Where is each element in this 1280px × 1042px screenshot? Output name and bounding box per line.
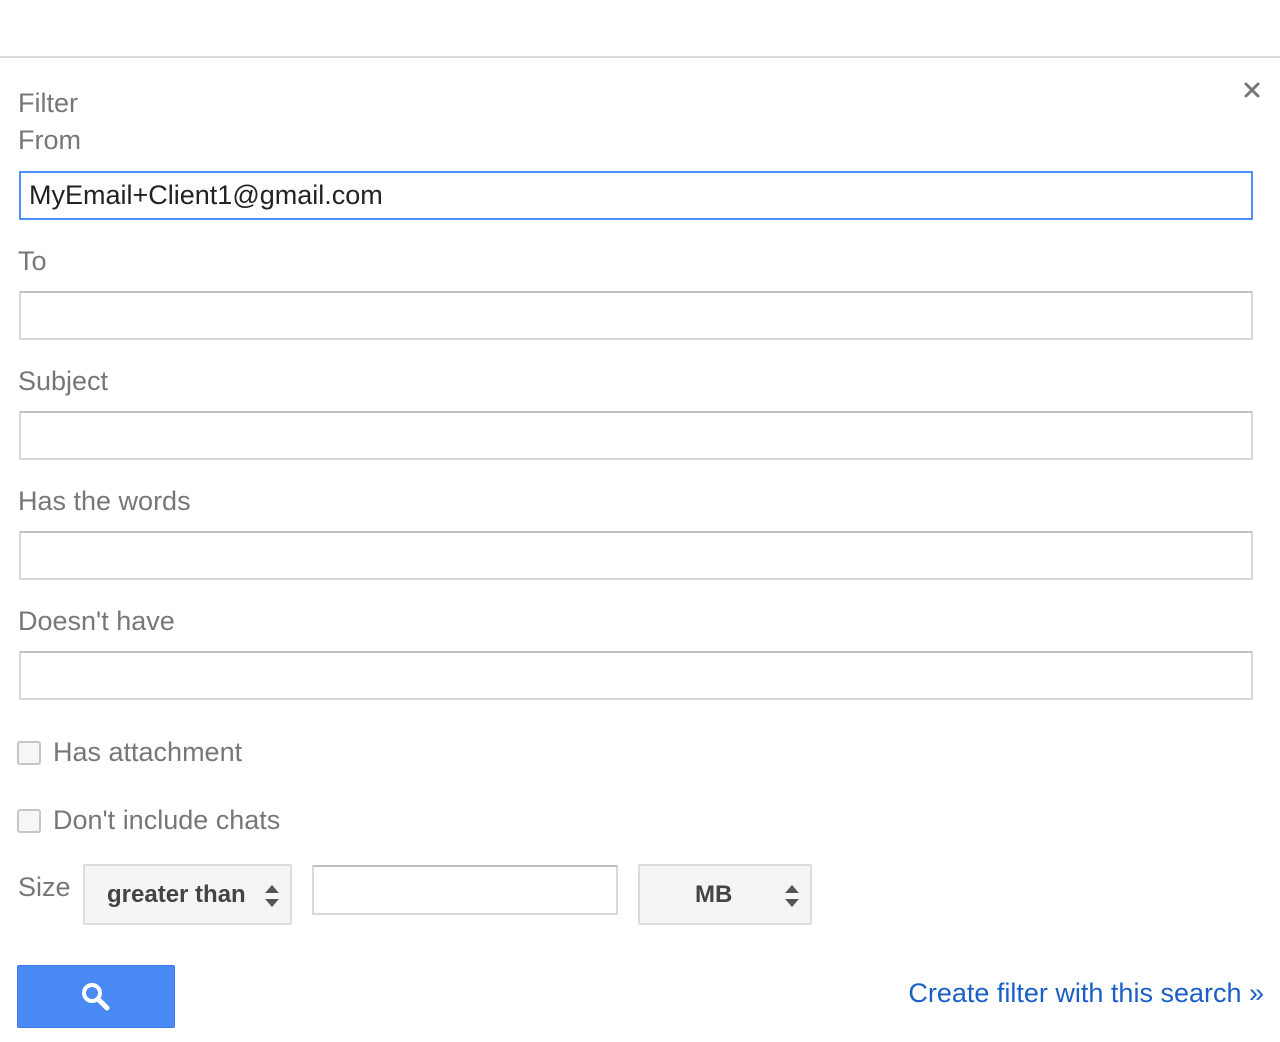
close-button[interactable] <box>1238 76 1266 104</box>
create-filter-link[interactable]: Create filter with this search » <box>908 978 1264 1009</box>
subject-label: Subject <box>18 366 109 396</box>
dont-include-chats-checkbox[interactable] <box>17 808 41 833</box>
from-label: From <box>18 125 81 155</box>
size-comparison-value: greater than <box>107 880 246 908</box>
dialog-title: Filter <box>18 88 78 118</box>
search-button[interactable] <box>17 965 175 1028</box>
top-divider <box>0 56 1280 58</box>
size-unit-select[interactable]: MB <box>638 864 812 925</box>
doesnt-have-input[interactable] <box>19 651 1253 700</box>
up-down-arrows-icon <box>785 885 799 907</box>
doesnt-have-label: Doesn't have <box>18 606 175 636</box>
close-icon <box>1244 82 1260 98</box>
subject-input[interactable] <box>19 411 1253 460</box>
from-input[interactable] <box>19 171 1253 220</box>
dont-include-chats-row[interactable]: Don't include chats <box>17 805 280 836</box>
size-label: Size <box>18 872 71 902</box>
size-value-input[interactable] <box>312 865 618 915</box>
has-words-label: Has the words <box>18 486 191 516</box>
search-icon <box>82 982 110 1010</box>
has-attachment-checkbox[interactable] <box>17 740 41 765</box>
has-attachment-label: Has attachment <box>53 737 243 767</box>
up-down-arrows-icon <box>265 885 279 907</box>
size-unit-value: MB <box>695 880 733 908</box>
to-label: To <box>18 246 47 276</box>
size-comparison-select[interactable]: greater than <box>83 864 292 925</box>
has-attachment-row[interactable]: Has attachment <box>17 737 242 768</box>
to-input[interactable] <box>19 291 1253 340</box>
dont-include-chats-label: Don't include chats <box>53 805 281 835</box>
has-words-input[interactable] <box>19 531 1253 580</box>
